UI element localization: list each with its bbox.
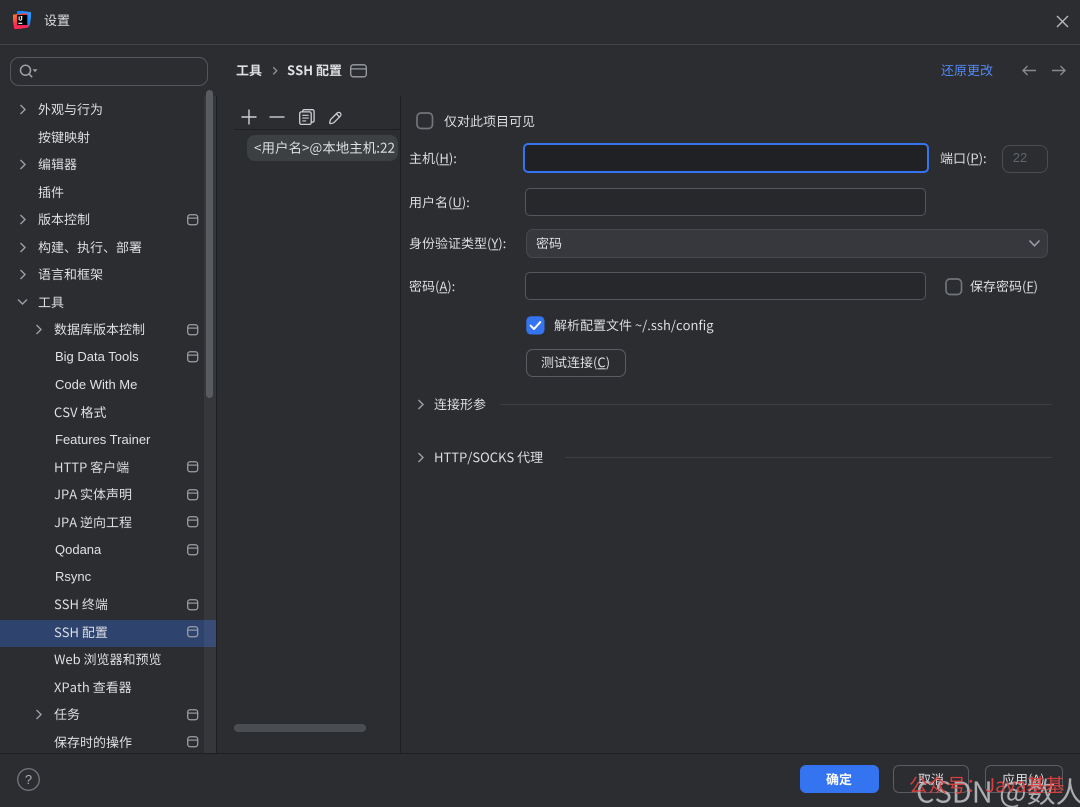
svg-text:?: ?	[25, 772, 32, 787]
